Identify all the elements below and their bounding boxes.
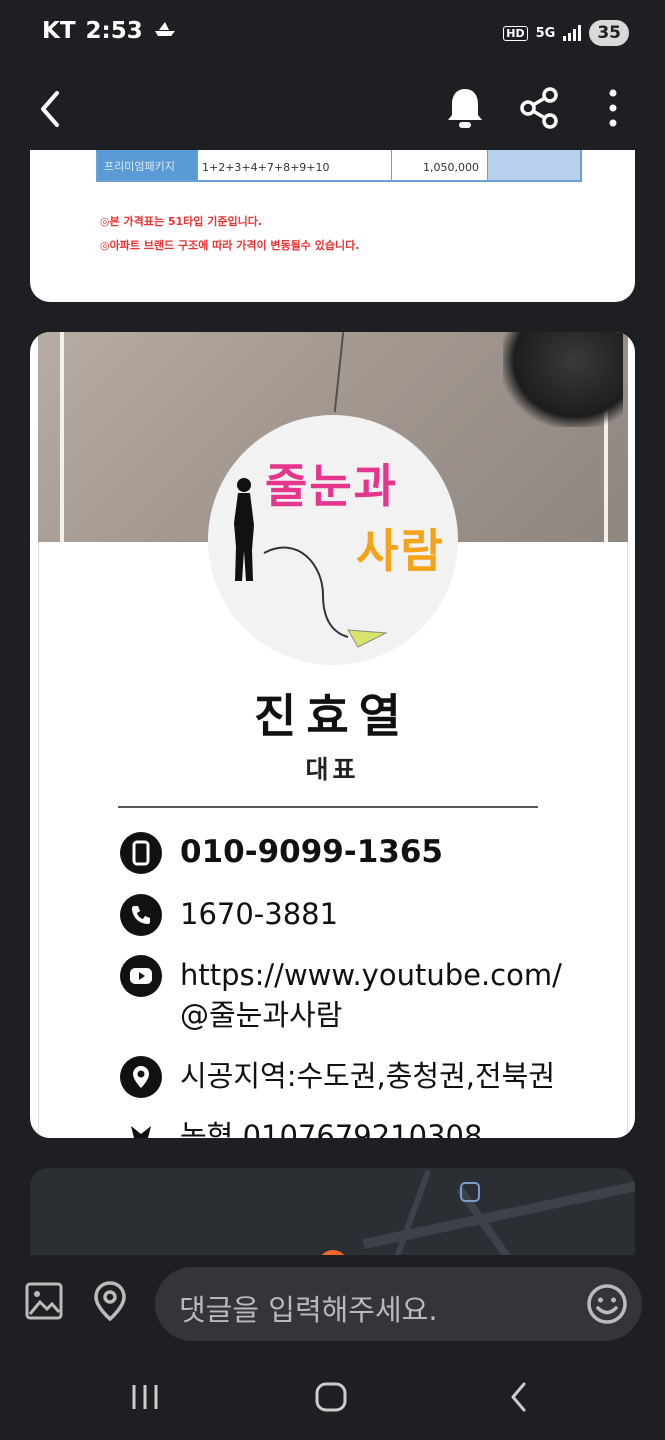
price-notes: ◎본 가격표는 51타입 기준입니다. ◎아파트 브랜드 구조에 따라 가격이 …: [100, 210, 359, 258]
emoji-button[interactable]: [586, 1283, 628, 1325]
tile-seam: [333, 332, 345, 412]
image-icon: [25, 1282, 63, 1320]
price-row-items: 1+2+3+4+7+8+9+10: [198, 150, 392, 180]
system-navigation-bar: [0, 1355, 665, 1440]
back-chevron-icon: [511, 1382, 526, 1412]
signal-icon: [563, 25, 582, 41]
youtube-url-line2: @줄눈과사람: [180, 998, 343, 1032]
back-button[interactable]: [30, 86, 70, 132]
logo-text-primary: 줄눈과: [265, 459, 398, 513]
price-row-empty: [488, 150, 580, 180]
hd-badge: HD: [503, 25, 528, 41]
post-content[interactable]: 프리미엄패키지 1+2+3+4+7+8+9+10 1,050,000 ◎본 가격…: [0, 150, 665, 1255]
phone-number: 1670-3881: [180, 897, 339, 931]
map-road: [394, 1169, 432, 1255]
share-icon: [520, 87, 558, 129]
top-app-bar: [0, 70, 665, 150]
comment-input[interactable]: 댓글을 입력해주세요.: [155, 1267, 642, 1341]
price-table: 프리미엄패키지 1+2+3+4+7+8+9+10 1,050,000: [96, 150, 582, 182]
contact-mobile: 010-9099-1365: [120, 832, 443, 874]
home-icon: [315, 1382, 347, 1412]
map-preview[interactable]: [30, 1168, 635, 1255]
price-row-amount: 1,050,000: [392, 150, 488, 180]
contact-youtube: https://www.youtube.com/ @줄눈과사람: [120, 955, 562, 1035]
bank-icon: [120, 1116, 162, 1138]
carrier-label: KT: [42, 18, 76, 44]
system-back-button[interactable]: [494, 1375, 544, 1419]
bell-icon: [448, 89, 482, 128]
mobile-number: 010-9099-1365: [180, 834, 444, 870]
price-note: ◎아파트 브랜드 구조에 따라 가격이 변동될수 있습니다.: [100, 239, 360, 252]
contact-bank: 농협 0107679210308: [120, 1116, 482, 1138]
bank-account: 농협 0107679210308: [180, 1119, 483, 1138]
price-row-label: 프리미엄패키지: [98, 150, 198, 180]
status-right: HD 5G 35: [503, 20, 629, 46]
person-title: 대표: [305, 755, 360, 784]
price-note: ◎본 가격표는 51타입 기준입니다.: [100, 215, 263, 228]
price-image-card: 프리미엄패키지 1+2+3+4+7+8+9+10 1,050,000 ◎본 가격…: [30, 150, 635, 302]
share-button[interactable]: [516, 84, 562, 132]
contact-region: 시공지역:수도권,충청권,전북권: [120, 1056, 555, 1098]
recent-apps-button[interactable]: [120, 1375, 170, 1419]
boat-icon: [153, 18, 177, 44]
attach-location-button[interactable]: [88, 1277, 132, 1325]
phone-icon: [120, 894, 162, 936]
notification-button[interactable]: [442, 84, 488, 132]
location-pin-icon: [94, 1281, 126, 1322]
network-label: 5G: [535, 25, 556, 41]
comment-bar: 댓글을 입력해주세요.: [0, 1255, 665, 1355]
attach-image-button[interactable]: [22, 1279, 66, 1323]
logo-text-secondary: 사람: [356, 524, 445, 578]
youtube-url-line1: https://www.youtube.com/: [180, 958, 562, 992]
back-arrow-icon: [41, 91, 59, 127]
battery-indicator: 35: [589, 20, 629, 46]
status-left: KT 2:53: [42, 18, 177, 44]
status-bar: KT 2:53 HD 5G 35: [0, 0, 665, 70]
bus-stop-icon: [460, 1182, 480, 1202]
divider: [118, 806, 538, 808]
youtube-icon: [120, 955, 162, 997]
more-vertical-icon: [609, 89, 617, 127]
recent-apps-icon: [132, 1385, 158, 1409]
mobile-phone-icon: [120, 832, 162, 874]
glove-image: [503, 332, 623, 427]
service-region: 시공지역:수도권,충청권,전북권: [180, 1059, 556, 1093]
youtube-url: https://www.youtube.com/ @줄눈과사람: [180, 955, 562, 1035]
business-card-image: 줄눈과 사람 진효열 대표 010-9099-1365 1670-3881 ht…: [30, 332, 635, 1138]
contact-phone: 1670-3881: [120, 894, 338, 936]
more-options-button[interactable]: [598, 84, 628, 132]
person-name: 진효열: [254, 689, 411, 743]
clock: 2:53: [85, 18, 143, 44]
comment-placeholder: 댓글을 입력해주세요.: [179, 1293, 438, 1327]
emoji-icon: [587, 1284, 627, 1324]
location-pin-icon: [120, 1056, 162, 1098]
tile-grout-line: [60, 332, 64, 542]
home-button[interactable]: [306, 1375, 356, 1419]
